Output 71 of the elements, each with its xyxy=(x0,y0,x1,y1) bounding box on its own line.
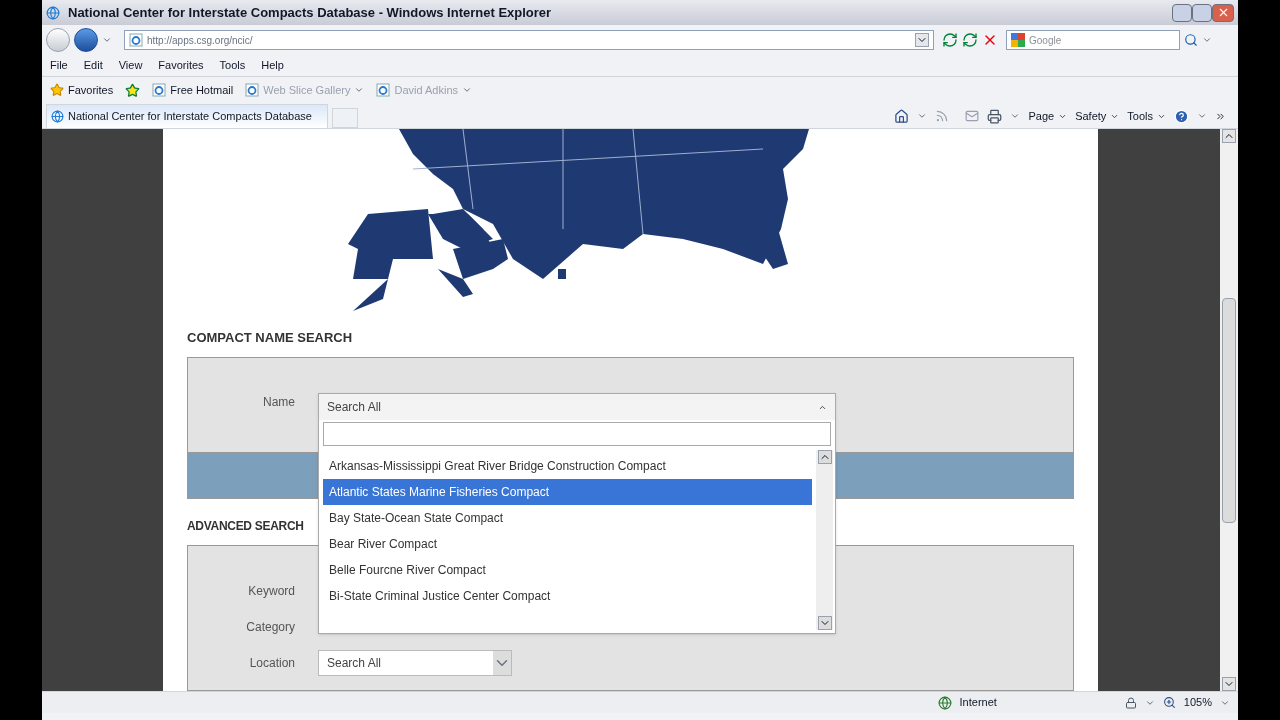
page-icon xyxy=(51,110,64,123)
compatibility-icon[interactable] xyxy=(942,32,958,48)
field-label: Location xyxy=(248,655,296,672)
section-heading: COMPACT NAME SEARCH xyxy=(187,328,353,347)
caret-icon xyxy=(1010,111,1021,121)
security-zone: Internet xyxy=(959,695,997,711)
name-dropdown[interactable]: Search All Arkansas-Mississippi Great River Bridge Construction Compact Atlantic States Marine Fisheries Compact Bay State-Ocean State Compact Bear River Compact Belle Fourcne River Compact Bi-State Criminal Justice Center Compact xyxy=(318,393,836,634)
dropdown-option[interactable]: Atlantic States Marine Fisheries Compact xyxy=(323,479,812,505)
history-caret-icon xyxy=(102,35,112,45)
menu-item[interactable]: View xyxy=(118,57,143,74)
zoom-icon xyxy=(1162,696,1176,709)
command-button[interactable]: Page xyxy=(1028,107,1068,125)
add-favorite-icon[interactable] xyxy=(125,82,141,98)
caret-icon xyxy=(493,651,511,675)
minimize-button[interactable] xyxy=(1172,3,1192,22)
location-dropdown[interactable]: Search All xyxy=(318,650,512,676)
restore-button[interactable] xyxy=(1192,3,1212,22)
feed-icon[interactable] xyxy=(935,109,950,123)
field-label: Name xyxy=(262,394,296,411)
google-icon xyxy=(1011,33,1025,47)
page-icon xyxy=(129,33,143,47)
menu-item[interactable]: File xyxy=(50,57,68,74)
command-button[interactable]: Tools xyxy=(1127,107,1166,125)
search-icon[interactable] xyxy=(1184,33,1198,47)
section-heading: ADVANCED SEARCH xyxy=(187,518,304,535)
search-options-caret-icon xyxy=(1202,35,1212,45)
star-icon xyxy=(50,83,64,97)
menu-item[interactable]: Help xyxy=(261,57,284,74)
refresh-icon[interactable] xyxy=(962,32,978,48)
browser-tab[interactable]: National Center for Interstate Compacts Database xyxy=(46,104,328,128)
window-title: National Center for Interstate Compacts Database - Windows Internet Explorer xyxy=(68,3,553,22)
caret-icon xyxy=(917,111,928,121)
zoom-level[interactable]: 105% xyxy=(1183,694,1212,711)
caret-icon xyxy=(1197,111,1207,121)
page-icon xyxy=(245,83,260,97)
filter-field[interactable] xyxy=(323,422,831,446)
dropdown-option[interactable]: Bear River Compact xyxy=(323,531,812,557)
scroll-thumb[interactable] xyxy=(1222,297,1236,523)
search-input[interactable]: Google xyxy=(1029,32,1175,48)
search-field[interactable]: Google xyxy=(1006,30,1180,50)
protected-mode-icon[interactable] xyxy=(1124,696,1137,709)
field-label: Category xyxy=(245,619,296,636)
field-label: Keyword xyxy=(247,583,296,600)
address-field[interactable]: http://apps.csg.org/ncic/ xyxy=(124,30,934,50)
scroll-down-icon[interactable] xyxy=(1222,677,1236,691)
scroll-down-icon[interactable] xyxy=(817,616,832,630)
address-dropdown-icon[interactable] xyxy=(915,33,929,47)
scrollbar[interactable] xyxy=(816,450,833,630)
browser-icon xyxy=(46,5,60,20)
menu-item[interactable]: Favorites xyxy=(158,57,204,74)
page-icon xyxy=(152,83,167,97)
home-icon[interactable] xyxy=(894,108,910,124)
internet-zone-icon xyxy=(937,695,952,710)
favorites-button[interactable]: Favorites xyxy=(50,81,114,99)
command-button[interactable]: Safety xyxy=(1075,107,1120,125)
page-icon xyxy=(376,83,391,97)
page-scrollbar[interactable] xyxy=(1220,129,1238,691)
favorite-link[interactable]: Free Hotmail xyxy=(170,81,234,99)
menu-item[interactable]: Edit xyxy=(83,57,103,74)
scroll-up-icon[interactable] xyxy=(1222,129,1236,143)
print-icon[interactable] xyxy=(987,108,1003,124)
forward-button[interactable] xyxy=(74,28,98,52)
dropdown-option[interactable]: Arkansas-Mississippi Great River Bridge Construction Compact xyxy=(323,453,812,479)
scroll-up-icon[interactable] xyxy=(817,450,832,464)
help-icon[interactable] xyxy=(1174,108,1189,124)
menu-item[interactable]: Tools xyxy=(219,57,246,74)
dropdown-option[interactable]: Bay State-Ocean State Compact xyxy=(323,505,812,531)
mail-icon[interactable] xyxy=(965,109,980,123)
close-button[interactable] xyxy=(1212,3,1234,22)
dropdown-option[interactable]: Bi-State Criminal Justice Center Compact xyxy=(323,583,812,609)
dropdown-option[interactable]: Belle Fourcne River Compact xyxy=(323,557,812,583)
